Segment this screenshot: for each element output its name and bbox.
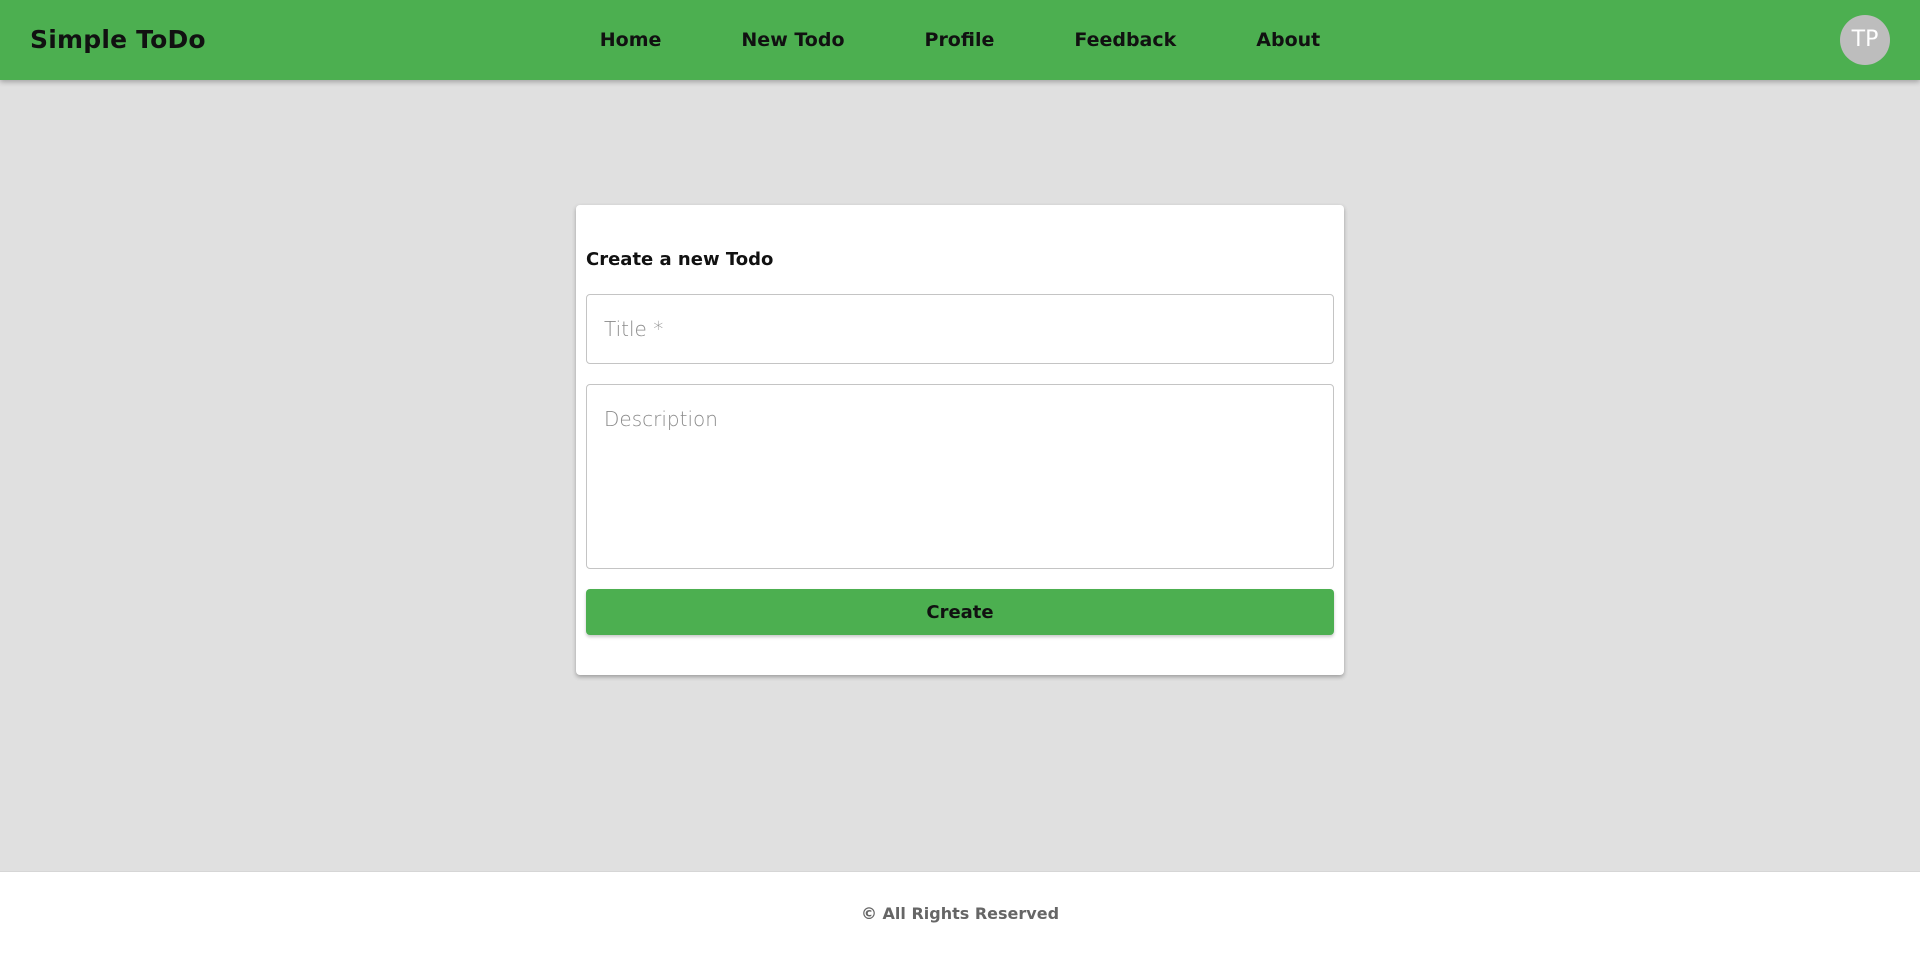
nav-item-new-todo[interactable]: New Todo (701, 0, 884, 80)
user-avatar[interactable]: TP (1840, 15, 1890, 65)
main-nav: Home New Todo Profile Feedback About (0, 0, 1920, 80)
form-heading: Create a new Todo (586, 249, 774, 270)
nav-item-home[interactable]: Home (560, 0, 702, 80)
copyright-text: © All Rights Reserved (860, 904, 1060, 923)
nav-item-feedback[interactable]: Feedback (1034, 0, 1216, 80)
create-button[interactable]: Create (586, 589, 1334, 635)
nav-item-profile[interactable]: Profile (885, 0, 1035, 80)
app-brand[interactable]: Simple ToDo (30, 0, 206, 80)
page-footer: © All Rights Reserved (0, 871, 1920, 957)
title-input[interactable] (586, 294, 1334, 364)
description-textarea[interactable] (586, 384, 1334, 569)
new-todo-card: Create a new Todo Create (576, 205, 1344, 675)
top-navbar: Simple ToDo Home New Todo Profile Feedba… (0, 0, 1920, 80)
nav-item-about[interactable]: About (1216, 0, 1360, 80)
